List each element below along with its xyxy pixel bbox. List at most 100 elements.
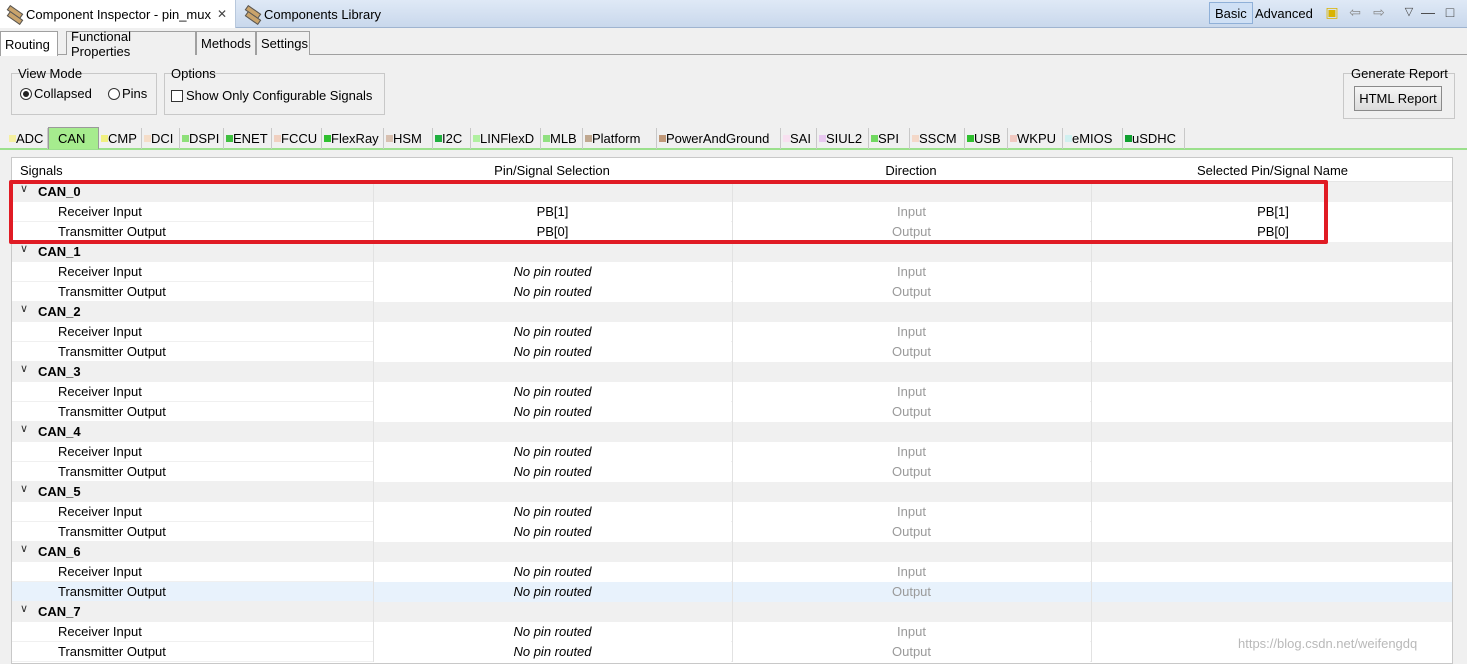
tab-flexray[interactable]: FlexRay (322, 128, 384, 149)
pin-selection-cell[interactable]: PB[0] (373, 222, 731, 242)
pin-selection-cell[interactable]: No pin routed (373, 322, 731, 342)
table-group-row[interactable]: ∨ CAN_2 (12, 302, 1452, 322)
table-group-row[interactable]: ∨ CAN_3 (12, 362, 1452, 382)
tab-functional-properties[interactable]: Functional Properties (66, 29, 196, 59)
chevron-down-icon[interactable]: ∨ (20, 482, 28, 495)
chevron-down-icon[interactable]: ∨ (20, 362, 28, 375)
color-swatch (473, 135, 480, 142)
tab-components-library[interactable]: Components Library (238, 0, 387, 28)
tab-sai[interactable]: SAI (781, 128, 817, 149)
table-row[interactable]: Receiver Input No pin routed Input (12, 622, 1452, 642)
minimize-icon[interactable]: — (1420, 4, 1436, 20)
pin-selection-cell[interactable]: No pin routed (373, 562, 731, 582)
tab-label: FCCU (281, 131, 318, 146)
tab-methods[interactable]: Methods (196, 31, 256, 55)
pin-selection-cell[interactable]: PB[1] (373, 202, 731, 222)
pin-selection-cell[interactable]: No pin routed (373, 502, 731, 522)
table-row[interactable]: Receiver Input No pin routed Input (12, 502, 1452, 522)
header-selected-name[interactable]: Selected Pin/Signal Name (1091, 158, 1452, 182)
tab-sscm[interactable]: SSCM (910, 128, 965, 149)
basic-mode-button[interactable]: Basic (1209, 2, 1253, 24)
forward-icon[interactable]: ⇨ (1371, 4, 1387, 20)
advanced-mode-button[interactable]: Advanced (1250, 2, 1318, 24)
tab-can[interactable]: CAN (48, 127, 99, 149)
tab-hsm[interactable]: HSM (384, 128, 433, 149)
pins-radio[interactable]: Pins (108, 86, 147, 101)
header-direction[interactable]: Direction (732, 158, 1090, 182)
table-row[interactable]: Transmitter Output No pin routed Output (12, 342, 1452, 362)
chevron-down-icon[interactable]: ∨ (20, 422, 28, 435)
pin-selection-cell[interactable]: No pin routed (373, 382, 731, 402)
chevron-down-icon[interactable]: ∨ (20, 302, 28, 315)
color-swatch (9, 135, 16, 142)
table-row[interactable]: Transmitter Output No pin routed Output (12, 282, 1452, 302)
pin-selection-cell[interactable]: No pin routed (373, 262, 731, 282)
tab-powerandground[interactable]: PowerAndGround (657, 128, 781, 149)
table-row[interactable]: Receiver Input No pin routed Input (12, 442, 1452, 462)
collapsed-radio[interactable]: Collapsed (20, 86, 92, 101)
selected-name-cell (1091, 522, 1452, 542)
pin-selection-cell[interactable]: No pin routed (373, 442, 731, 462)
tab-dspi[interactable]: DSPI (180, 128, 224, 149)
tab-settings[interactable]: Settings (256, 31, 310, 55)
tab-usdhc[interactable]: uSDHC (1123, 128, 1185, 149)
header-signals[interactable]: Signals (20, 158, 63, 182)
pin-selection-cell[interactable]: No pin routed (373, 402, 731, 422)
table-group-row[interactable]: ∨ CAN_0 (12, 182, 1452, 202)
tab-enet[interactable]: ENET (224, 128, 272, 149)
table-group-row[interactable]: ∨ CAN_5 (12, 482, 1452, 502)
table-group-row[interactable]: ∨ CAN_6 (12, 542, 1452, 562)
back-icon[interactable]: ⇦ (1347, 4, 1363, 20)
pin-selection-cell[interactable]: No pin routed (373, 522, 731, 542)
chevron-down-icon[interactable]: ∨ (20, 242, 28, 255)
tab-usb[interactable]: USB (965, 128, 1008, 149)
pin-selection-cell[interactable]: No pin routed (373, 342, 731, 362)
maximize-icon[interactable]: □ (1442, 4, 1458, 20)
tab-wkpu[interactable]: WKPU (1008, 128, 1063, 149)
view-menu-icon[interactable]: ▽ (1401, 4, 1417, 20)
tab-adc[interactable]: ADC (7, 128, 48, 149)
table-row[interactable]: Transmitter Output No pin routed Output (12, 402, 1452, 422)
pin-selection-cell[interactable]: No pin routed (373, 622, 731, 642)
new-file-icon[interactable]: ▣ (1324, 4, 1340, 20)
chevron-down-icon[interactable]: ∨ (20, 602, 28, 615)
tab-spi[interactable]: SPI (869, 128, 910, 149)
table-header: Signals Pin/Signal Selection Direction S… (12, 158, 1452, 182)
table-row[interactable]: Receiver Input No pin routed Input (12, 322, 1452, 342)
table-row[interactable]: Transmitter Output PB[0] Output PB[0] (12, 222, 1452, 242)
table-row[interactable]: Receiver Input No pin routed Input (12, 382, 1452, 402)
header-pin-selection[interactable]: Pin/Signal Selection (373, 158, 731, 182)
table-row[interactable]: Transmitter Output No pin routed Output (12, 642, 1452, 662)
tab-emios[interactable]: eMIOS (1063, 128, 1123, 149)
table-group-row[interactable]: ∨ CAN_4 (12, 422, 1452, 442)
pin-selection-cell[interactable]: No pin routed (373, 462, 731, 482)
close-icon[interactable]: ✕ (217, 7, 227, 21)
tab-cmp[interactable]: CMP (99, 128, 142, 149)
tab-fccu[interactable]: FCCU (272, 128, 322, 149)
chevron-down-icon[interactable]: ∨ (20, 542, 28, 555)
collapsed-label: Collapsed (34, 86, 92, 101)
chevron-down-icon[interactable]: ∨ (20, 182, 28, 195)
signal-name: Transmitter Output (58, 584, 166, 599)
table-row[interactable]: Transmitter Output No pin routed Output (12, 462, 1452, 482)
pin-selection-cell[interactable]: No pin routed (373, 642, 731, 662)
table-row[interactable]: Transmitter Output No pin routed Output (12, 582, 1452, 602)
tab-component-inspector[interactable]: Component Inspector - pin_mux ✕ (0, 0, 236, 28)
table-row[interactable]: Receiver Input No pin routed Input (12, 262, 1452, 282)
html-report-button[interactable]: HTML Report (1354, 86, 1442, 111)
table-row[interactable]: Transmitter Output No pin routed Output (12, 522, 1452, 542)
show-only-configurable-checkbox[interactable]: Show Only Configurable Signals (171, 88, 372, 103)
tab-routing[interactable]: Routing (0, 31, 58, 56)
tab-siul2[interactable]: SIUL2 (817, 128, 869, 149)
tab-linflexd[interactable]: LINFlexD (471, 128, 541, 149)
tab-platform[interactable]: Platform (583, 128, 657, 149)
table-row[interactable]: Receiver Input No pin routed Input (12, 562, 1452, 582)
pin-selection-cell[interactable]: No pin routed (373, 282, 731, 302)
tab-dci[interactable]: DCI (142, 128, 180, 149)
table-group-row[interactable]: ∨ CAN_7 (12, 602, 1452, 622)
pin-selection-cell[interactable]: No pin routed (373, 582, 731, 602)
tab-i2c[interactable]: I2C (433, 128, 471, 149)
tab-mlb[interactable]: MLB (541, 128, 583, 149)
table-group-row[interactable]: ∨ CAN_1 (12, 242, 1452, 262)
table-row[interactable]: Receiver Input PB[1] Input PB[1] (12, 202, 1452, 222)
